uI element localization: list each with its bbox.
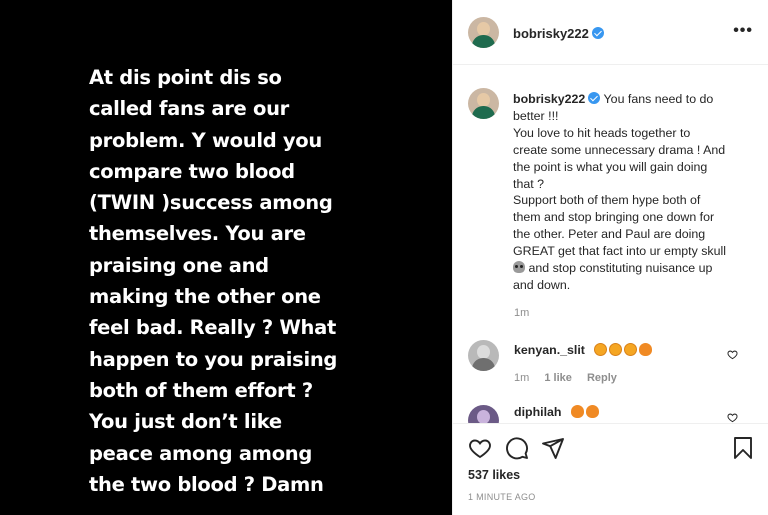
caption-line: and down.: [513, 277, 571, 292]
story-line: called fans are our: [89, 97, 289, 121]
comment-2: diphilah: [514, 405, 601, 421]
story-line: problem. Y would you: [89, 128, 322, 152]
likes-count[interactable]: 537 likes: [468, 468, 520, 482]
comment-like-heart-icon[interactable]: [727, 349, 738, 360]
caption-username[interactable]: bobrisky222: [513, 92, 585, 106]
caption-time: 1m: [514, 307, 530, 319]
star-struck-emoji-icon: [594, 343, 608, 356]
more-options-icon[interactable]: •••: [733, 22, 753, 40]
star-struck-emoji-icon: [624, 343, 638, 356]
post-image: At dis point dis so called fans are our …: [0, 0, 452, 515]
story-line: compare two blood: [89, 159, 295, 183]
story-line: peace among among: [89, 441, 313, 465]
story-line: praising one and: [89, 253, 269, 277]
save-bookmark-icon[interactable]: [731, 436, 755, 460]
caption: bobrisky222 You fans need to do better !…: [513, 91, 753, 294]
caption-line: the point is what you will gain doing: [513, 159, 708, 174]
commenter-avatar[interactable]: [468, 340, 499, 371]
story-line: feel bad. Really ? What: [89, 316, 337, 340]
skull-emoji-icon: [513, 261, 525, 274]
reply-button[interactable]: Reply: [587, 372, 617, 384]
like-heart-icon[interactable]: [468, 436, 492, 460]
post-timestamp: 1 MINUTE AGO: [468, 492, 536, 502]
story-line: making the other one: [89, 285, 321, 309]
post-header: bobrisky222 •••: [453, 0, 768, 65]
caption-avatar[interactable]: [468, 88, 499, 119]
verified-badge-icon: [588, 92, 601, 104]
comment-bubble-icon[interactable]: [505, 436, 529, 460]
story-line: happen to you praising: [89, 347, 338, 371]
fire-emoji-icon: [570, 405, 584, 418]
header-username-text[interactable]: bobrisky222: [513, 26, 589, 41]
comment-like-heart-icon[interactable]: [727, 412, 738, 423]
post-side-panel: bobrisky222 ••• bobrisky222 You fans nee…: [452, 0, 768, 515]
comment-1: kenyan._slit: [514, 343, 654, 359]
caption-line: the other. Peter and Paul are doing: [513, 227, 706, 242]
post-actions: 537 likes 1 MINUTE AGO: [453, 423, 768, 515]
comment-emojis: [594, 343, 654, 359]
comment-meta: 1m 1 like Reply: [514, 372, 629, 384]
caption-line: that ?: [513, 176, 545, 191]
comment-username[interactable]: diphilah: [514, 405, 562, 419]
story-line: themselves. You are: [89, 222, 306, 246]
caption-line: Support both of them hype both of: [513, 193, 701, 208]
story-line: both of them effort ?: [89, 378, 313, 402]
caption-line: You love to hit heads together to: [513, 125, 691, 140]
caption-line: create some unnecessary drama ! And: [513, 142, 726, 157]
caption-line: GREAT get that fact into ur empty skull: [513, 244, 727, 259]
comment-username[interactable]: kenyan._slit: [514, 343, 585, 357]
comment-likes-link[interactable]: 1 like: [544, 372, 572, 384]
comment-emojis: [570, 405, 601, 421]
story-line: (TWIN )success among: [89, 191, 333, 215]
caption-line: and stop constituting nuisance up: [528, 261, 713, 276]
story-line: the two blood ? Damn: [89, 472, 324, 496]
header-username[interactable]: bobrisky222: [513, 26, 604, 41]
fire-emoji-icon: [639, 343, 653, 356]
caption-line: them and stop bringing one down for: [513, 210, 715, 225]
caption-line: You fans need to do: [603, 92, 714, 106]
comment-time: 1m: [514, 372, 530, 384]
caption-line: better !!!: [513, 108, 559, 123]
star-struck-emoji-icon: [609, 343, 623, 356]
story-text: At dis point dis so called fans are our …: [89, 62, 389, 500]
story-line: At dis point dis so: [89, 66, 282, 89]
author-avatar[interactable]: [468, 17, 499, 48]
share-direct-icon[interactable]: [541, 436, 565, 460]
fire-emoji-icon: [585, 405, 599, 418]
verified-badge-icon: [591, 27, 604, 39]
story-line: You just don’t like: [89, 410, 282, 434]
